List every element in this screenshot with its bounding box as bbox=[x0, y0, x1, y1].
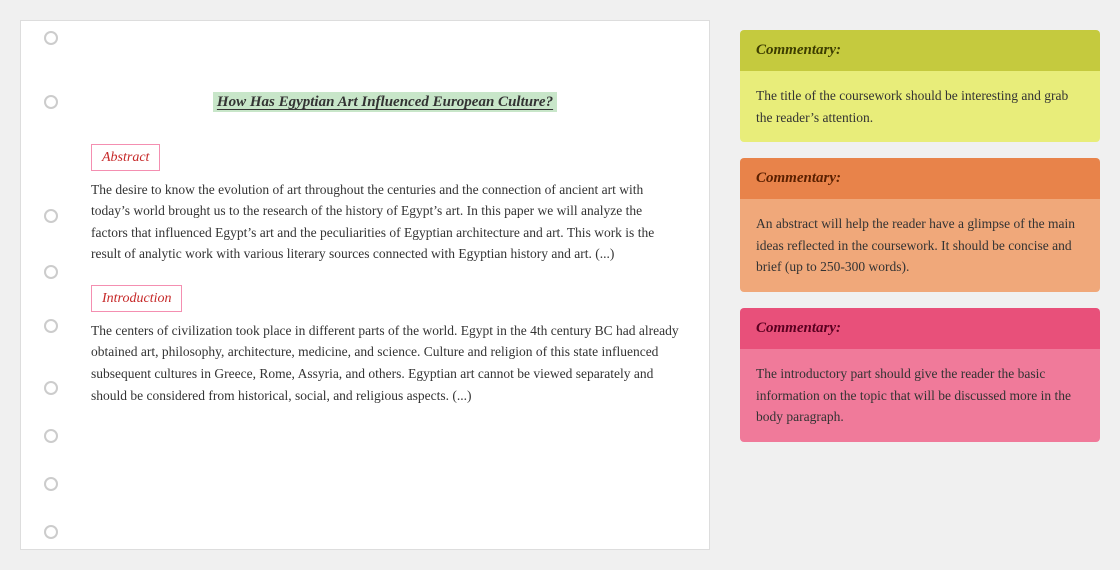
commentary-title-body: The title of the coursework should be in… bbox=[740, 71, 1100, 142]
bullet-4 bbox=[44, 265, 58, 279]
commentary-abstract-header: Commentary: bbox=[740, 158, 1100, 199]
introduction-label: Introduction bbox=[91, 285, 182, 312]
bullet-6 bbox=[44, 381, 58, 395]
introduction-text: The centers of civilization took place i… bbox=[91, 320, 679, 406]
bullet-5 bbox=[44, 319, 58, 333]
commentary-introduction-header: Commentary: bbox=[740, 308, 1100, 349]
bullet-9 bbox=[44, 525, 58, 539]
bullet-1 bbox=[44, 31, 58, 45]
commentary-column: Commentary: The title of the coursework … bbox=[740, 20, 1100, 442]
commentary-title-header: Commentary: bbox=[740, 30, 1100, 71]
commentary-abstract-body: An abstract will help the reader have a … bbox=[740, 199, 1100, 292]
bullet-7 bbox=[44, 429, 58, 443]
commentary-card-title: Commentary: The title of the coursework … bbox=[740, 30, 1100, 142]
commentary-card-introduction: Commentary: The introductory part should… bbox=[740, 308, 1100, 442]
bullet-8 bbox=[44, 477, 58, 491]
abstract-section: Abstract The desire to know the evolutio… bbox=[91, 144, 679, 265]
bullet-2 bbox=[44, 95, 58, 109]
bullet-column bbox=[21, 21, 81, 549]
commentary-introduction-body: The introductory part should give the re… bbox=[740, 349, 1100, 442]
document-content: How Has Egyptian Art Influenced European… bbox=[81, 21, 709, 549]
document-title: How Has Egyptian Art Influenced European… bbox=[91, 91, 679, 114]
bullet-3 bbox=[44, 209, 58, 223]
introduction-section: Introduction The centers of civilization… bbox=[91, 285, 679, 406]
abstract-label: Abstract bbox=[91, 144, 160, 171]
document-panel: How Has Egyptian Art Influenced European… bbox=[20, 20, 710, 550]
abstract-text: The desire to know the evolution of art … bbox=[91, 179, 679, 265]
commentary-card-abstract: Commentary: An abstract will help the re… bbox=[740, 158, 1100, 292]
title-text: How Has Egyptian Art Influenced European… bbox=[213, 92, 557, 112]
